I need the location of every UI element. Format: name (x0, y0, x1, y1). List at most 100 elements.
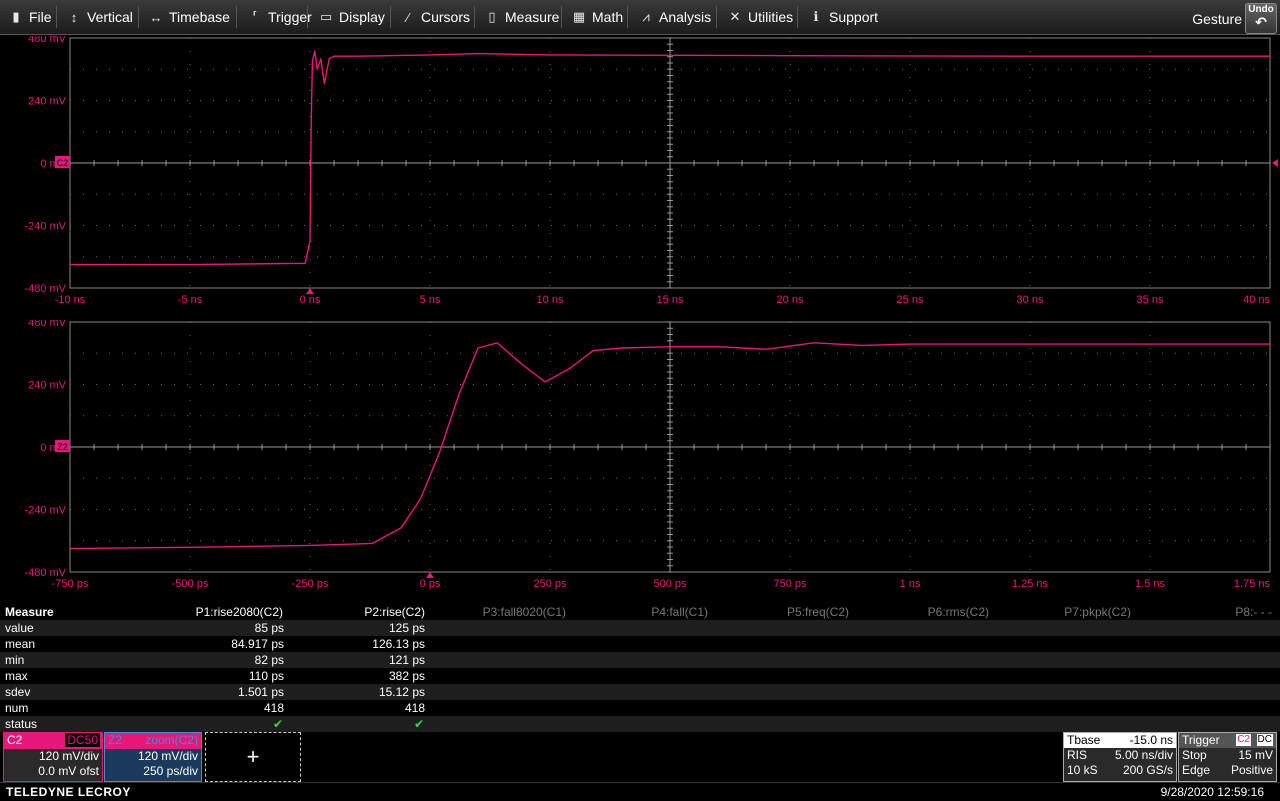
channel-descriptor-c2[interactable]: C2 DC50 120 mV/div 0.0 mV ofst (3, 732, 103, 782)
menu-label: Utilities (748, 9, 794, 25)
x-tick-label: 1 ns (900, 578, 921, 590)
undo-button[interactable]: Undo ↶ (1245, 3, 1277, 34)
x-tick-label: 0 ps (420, 578, 441, 590)
timebase-descriptor[interactable]: Tbase -15.0 ns RIS 5.00 ns/div 10 kS 200… (1063, 732, 1177, 782)
measure-row-max: max 110 ps 382 ps (0, 668, 1280, 684)
y-tick-label: 240 mV (28, 380, 67, 392)
trigger-coupling: DC (1256, 734, 1273, 746)
menu-vertical[interactable]: ↕ Vertical (66, 0, 133, 34)
measure-param-header[interactable]: P4:fall(C1) (651, 604, 708, 620)
utilities-icon: ✕ (729, 9, 741, 24)
x-tick-label: 20 ns (777, 294, 804, 306)
menu-separator (627, 6, 628, 28)
trigger-slope: Positive (1230, 763, 1273, 777)
x-tick-label: 40 ns (1243, 294, 1270, 306)
menu-separator (307, 6, 308, 28)
x-tick-label: 750 ps (773, 578, 807, 590)
measure-p1-value: 1.501 ps (237, 685, 284, 699)
measure-table: Measure P1:rise2080(C2) P2:rise(C2) P3:fall… (0, 604, 1280, 732)
menu-math[interactable]: ▦ Math (571, 0, 623, 34)
menu-utilities[interactable]: ✕ Utilities (727, 0, 794, 34)
menu-measure[interactable]: ▯ Measure (484, 0, 559, 34)
measure-param-header[interactable]: P2:rise(C2) (364, 604, 425, 620)
status-ok-icon: ✔ (413, 717, 424, 731)
waveform-grid-c2[interactable]: 480 mV240 mV0 mV-240 mV-480 mV-10 ns -5 n… (0, 36, 1280, 310)
x-tick-label: -10 ns (55, 294, 86, 306)
trigger-position-marker (306, 288, 314, 294)
y-tick-label: 240 mV (28, 96, 67, 108)
x-tick-label: 5 ns (420, 294, 441, 306)
x-tick-label: -5 ns (178, 294, 203, 306)
analysis-icon: ⩘ (642, 9, 650, 24)
y-tick-label: 480 mV (28, 320, 67, 329)
measure-param-header[interactable]: P1:rise2080(C2) (196, 604, 283, 620)
measure-param-header[interactable]: P5:freq(C2) (787, 604, 849, 620)
menu-label: Cursors (421, 9, 471, 25)
waveform-grid-z2[interactable]: 480 mV240 mV0 mV-240 mV-480 mV-750 ps -50… (0, 320, 1280, 594)
tbase-rate: 200 GS/s (1122, 763, 1173, 777)
menu-separator (797, 6, 798, 28)
x-tick-label: 25 ns (897, 294, 924, 306)
menu-analysis[interactable]: ⩘ Analysis (638, 0, 711, 34)
measure-row-min: min 82 ps 121 ps (0, 652, 1280, 668)
measure-p1-value: 110 ps (248, 669, 284, 683)
menu-label: Vertical (87, 9, 133, 25)
channel-tag-label: Z2 (57, 442, 68, 452)
trigger-descriptor[interactable]: Trigger DC C2 Stop 15 mV Edge Positive (1178, 732, 1277, 782)
c2-offset: 0.0 mV ofst (38, 764, 99, 778)
measure-p2-value: 125 ps (388, 621, 425, 635)
tbase-samples: 10 kS (1067, 763, 1098, 777)
menu-separator (236, 6, 237, 28)
menu-file[interactable]: ▮ File (8, 0, 51, 34)
menu-separator (561, 6, 562, 28)
menu-trigger[interactable]: ⸢ Trigger (247, 0, 312, 34)
z2-source: zoom(C2) (145, 733, 198, 747)
menu-display[interactable]: ▭ Display (318, 0, 385, 34)
measure-p1-value: 82 ps (254, 653, 284, 667)
x-tick-label: 1.25 ns (1012, 578, 1049, 590)
gesture-label[interactable]: Gesture (1192, 0, 1242, 38)
support-icon: ℹ (813, 9, 819, 24)
display-icon: ▭ (319, 9, 333, 24)
x-tick-label: 500 ps (653, 578, 687, 590)
menu-label: Display (339, 9, 385, 25)
x-tick-label: 15 ns (657, 294, 684, 306)
z2-vdiv: 120 mV/div (137, 749, 198, 763)
measure-param-header[interactable]: P6:rms(C2) (928, 604, 989, 620)
y-tick-label: 480 mV (28, 36, 67, 45)
menu-label: Trigger (268, 9, 312, 25)
zoom-descriptor-z2[interactable]: Z2 zoom(C2) 120 mV/div 250 ps/div (104, 732, 202, 782)
measure-row-value: value 85 ps 125 ps (0, 620, 1280, 636)
menu-timebase[interactable]: ↔ Timebase (148, 0, 230, 34)
measure-row-label: num (5, 701, 29, 715)
measure-param-header[interactable]: P3:fall8020(C1) (483, 604, 566, 620)
cursors-icon: ⁄ (406, 9, 410, 25)
menu-label: Measure (505, 9, 560, 25)
x-tick-label: -500 ps (172, 578, 209, 590)
measure-row-label: mean (5, 637, 36, 651)
status-footer: TELEDYNE LECROY 9/28/2020 12:59:16 (0, 782, 1280, 801)
menu-cursors[interactable]: ⁄ Cursors (400, 0, 470, 34)
measure-param-header[interactable]: P8:- - - (1235, 604, 1272, 620)
measure-param-header[interactable]: P7:pkpk(C2) (1064, 604, 1131, 620)
x-tick-label: 10 ns (537, 294, 564, 306)
z2-tdiv: 250 ps/div (143, 764, 198, 778)
status-ok-icon: ✔ (272, 717, 283, 731)
math-icon: ▦ (572, 9, 586, 24)
add-trace-button[interactable]: + (205, 732, 301, 782)
trigger-level-marker (1272, 159, 1278, 167)
measure-row-mean: mean 84.917 ps 126.13 ps (0, 636, 1280, 652)
y-tick-label: -240 mV (24, 221, 66, 233)
tbase-mode: RIS (1067, 748, 1088, 762)
measure-row-label: sdev (5, 685, 31, 699)
channel-tag-label: C2 (57, 158, 69, 168)
c2-name: C2 (7, 733, 23, 747)
measure-row-label: status (5, 717, 38, 731)
measure-p1-value: 84.917 ps (231, 637, 284, 651)
menu-separator (716, 6, 717, 28)
menu-support[interactable]: ℹ Support (808, 0, 879, 34)
date-time: 9/28/2020 12:59:16 (1160, 785, 1264, 799)
x-tick-label: 30 ns (1017, 294, 1044, 306)
c2-vdiv: 120 mV/div (38, 749, 99, 763)
menu-label: Analysis (659, 9, 712, 25)
